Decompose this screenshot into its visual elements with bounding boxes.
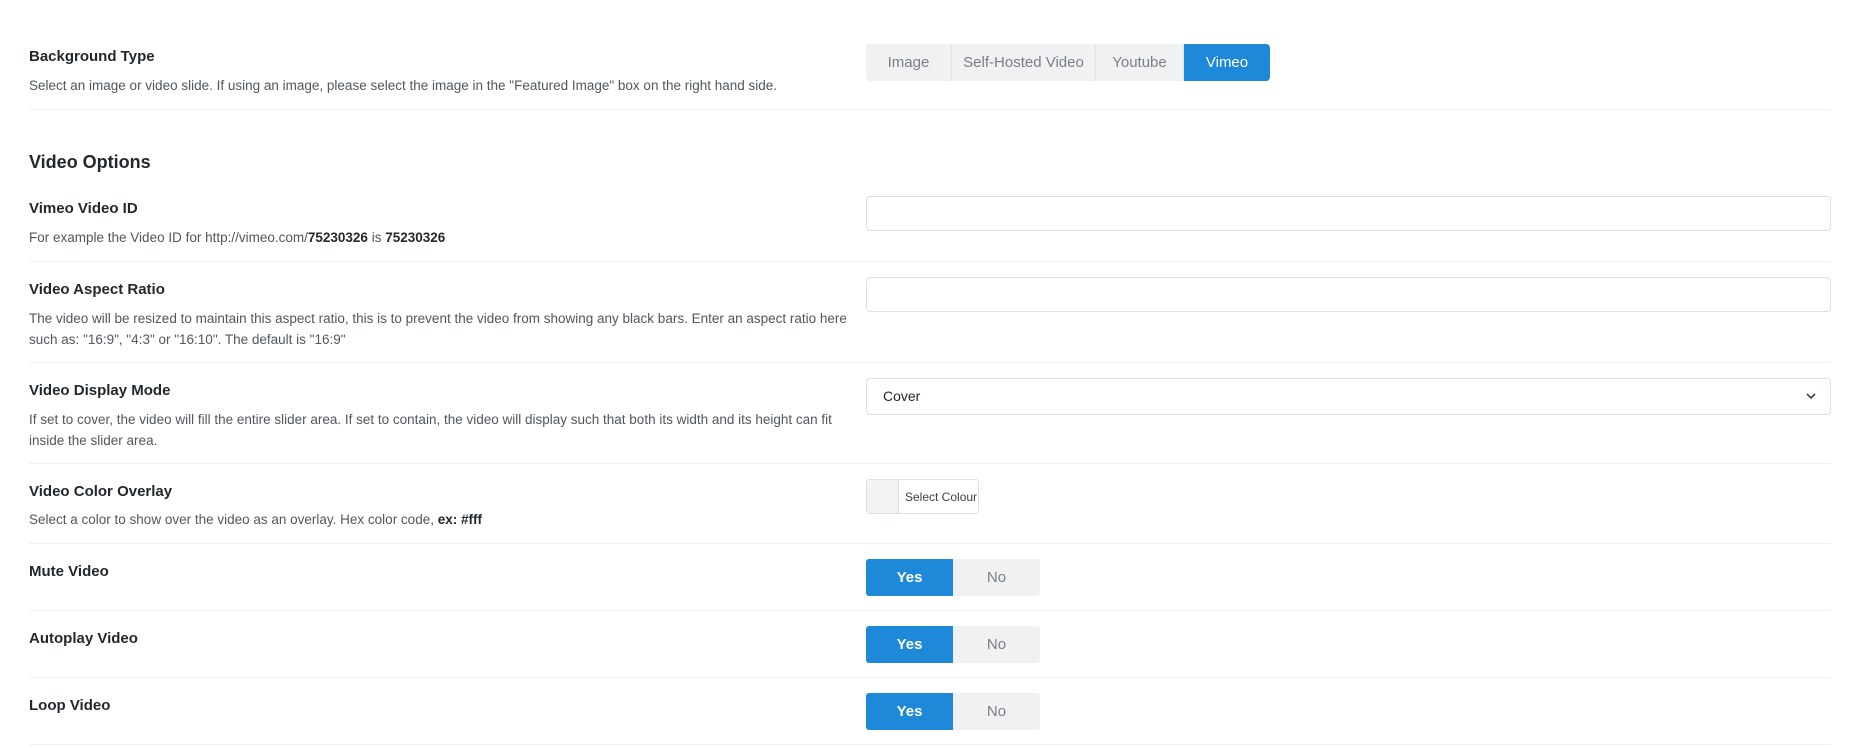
color-overlay-desc-prefix: Select a color to show over the video as… [29, 512, 438, 527]
aspect-ratio-label: Video Aspect Ratio [29, 281, 165, 298]
aspect-ratio-input[interactable] [866, 277, 1831, 312]
loop-video-label: Loop Video [29, 697, 111, 714]
autoplay-video-yes[interactable]: Yes [866, 626, 953, 663]
vimeo-id-label: Vimeo Video ID [29, 200, 138, 217]
display-mode-label: Video Display Mode [29, 382, 171, 399]
mute-video-no[interactable]: No [953, 559, 1040, 596]
mute-video-toggle[interactable]: Yes No [866, 559, 1040, 596]
autoplay-video-toggle[interactable]: Yes No [866, 626, 1040, 663]
background-type-description: Select an image or video slide. If using… [29, 78, 778, 93]
mute-video-label: Mute Video [29, 563, 109, 580]
background-type-youtube[interactable]: Youtube [1096, 44, 1184, 81]
aspect-ratio-description: The video will be resized to maintain th… [29, 311, 847, 347]
background-type-selector[interactable]: Image Self-Hosted Video Youtube Vimeo [866, 44, 1270, 81]
chevron-down-icon [1806, 393, 1816, 400]
color-overlay-label: Video Color Overlay [29, 483, 173, 500]
select-colour-label: Select Colour [905, 489, 978, 504]
display-mode-select[interactable]: Cover [866, 378, 1831, 415]
loop-video-no[interactable]: No [953, 693, 1040, 730]
vimeo-id-desc-prefix: For example the Video ID for http://vime… [29, 230, 308, 245]
section-title: Video Options [29, 152, 151, 172]
autoplay-video-no[interactable]: No [953, 626, 1040, 663]
vimeo-id-input[interactable] [866, 196, 1831, 231]
vimeo-id-desc-mid: is [367, 230, 386, 245]
loop-video-toggle[interactable]: Yes No [866, 693, 1040, 730]
display-mode-value: Cover [883, 388, 921, 404]
vimeo-id-example-1: 75230326 [307, 230, 368, 245]
background-type-image[interactable]: Image [866, 44, 952, 81]
select-colour-button[interactable]: Select Colour [866, 479, 979, 514]
display-mode-description: If set to cover, the video will fill the… [29, 412, 832, 448]
background-type-self-hosted-video[interactable]: Self-Hosted Video [952, 44, 1096, 81]
slide-settings-panel: Background Type Select an image or video… [0, 0, 1850, 748]
background-type-label: Background Type [29, 48, 155, 65]
vimeo-id-example-2: 75230326 [385, 230, 446, 245]
background-type-vimeo[interactable]: Vimeo [1184, 44, 1270, 81]
autoplay-video-label: Autoplay Video [29, 630, 138, 647]
vimeo-id-description: For example the Video ID for http://vime… [29, 227, 869, 248]
loop-video-yes[interactable]: Yes [866, 693, 953, 730]
color-overlay-description: Select a color to show over the video as… [29, 509, 869, 530]
colour-swatch [867, 480, 899, 513]
color-overlay-desc-example: ex: #fff [437, 512, 482, 527]
mute-video-yes[interactable]: Yes [866, 559, 953, 596]
